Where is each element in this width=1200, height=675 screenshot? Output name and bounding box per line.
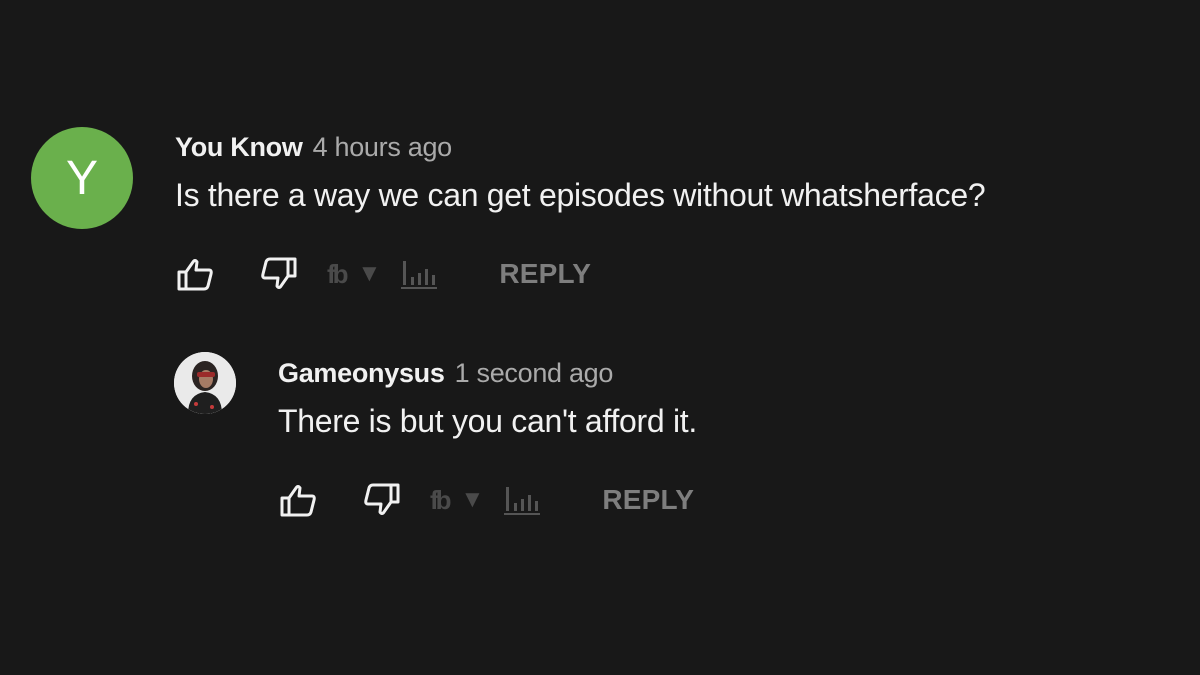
stats-button[interactable] bbox=[502, 480, 542, 520]
extension-dropdown-arrow[interactable]: ▼ bbox=[461, 486, 485, 514]
comment-text: Is there a way we can get episodes witho… bbox=[175, 177, 986, 213]
comment-author[interactable]: Gameonysus bbox=[278, 358, 445, 389]
thumbs-up-icon bbox=[177, 259, 213, 291]
extension-icon[interactable]: fb bbox=[327, 259, 348, 290]
comment-author[interactable]: You Know bbox=[175, 132, 303, 163]
thumbs-down-icon bbox=[364, 483, 400, 515]
comment-actions: fb ▼ REPLY bbox=[278, 480, 697, 520]
comment: Y You Know 4 hours ago Is there a way we… bbox=[31, 127, 986, 294]
reply-button[interactable]: REPLY bbox=[602, 484, 694, 516]
extension-dropdown-arrow[interactable]: ▼ bbox=[358, 260, 382, 288]
bar-chart-icon bbox=[504, 487, 541, 515]
avatar[interactable] bbox=[174, 352, 236, 414]
comment-body: Gameonysus 1 second ago There is but you… bbox=[278, 358, 697, 520]
profile-photo-icon bbox=[174, 352, 236, 414]
like-button[interactable] bbox=[278, 480, 318, 520]
dislike-button[interactable] bbox=[259, 254, 299, 294]
reply-button[interactable]: REPLY bbox=[499, 258, 591, 290]
extension-icon[interactable]: fb bbox=[430, 485, 451, 516]
thumbs-up-icon bbox=[280, 485, 316, 517]
comment-timestamp[interactable]: 4 hours ago bbox=[313, 132, 453, 163]
avatar[interactable]: Y bbox=[31, 127, 133, 229]
dislike-button[interactable] bbox=[362, 480, 402, 520]
comment-header: You Know 4 hours ago bbox=[175, 132, 985, 163]
avatar-letter: Y bbox=[65, 151, 98, 205]
comment-timestamp[interactable]: 1 second ago bbox=[455, 358, 614, 389]
like-button[interactable] bbox=[175, 254, 215, 294]
stats-button[interactable] bbox=[399, 254, 439, 294]
comment-text: There is but you can't afford it. bbox=[278, 403, 697, 439]
bar-chart-icon bbox=[401, 261, 438, 289]
comment-header: Gameonysus 1 second ago bbox=[278, 358, 697, 389]
reply-comment: Gameonysus 1 second ago There is but you… bbox=[174, 352, 697, 520]
comment-actions: fb ▼ REPLY bbox=[175, 254, 985, 294]
thumbs-down-icon bbox=[261, 257, 297, 289]
comment-body: You Know 4 hours ago Is there a way we c… bbox=[175, 132, 986, 294]
